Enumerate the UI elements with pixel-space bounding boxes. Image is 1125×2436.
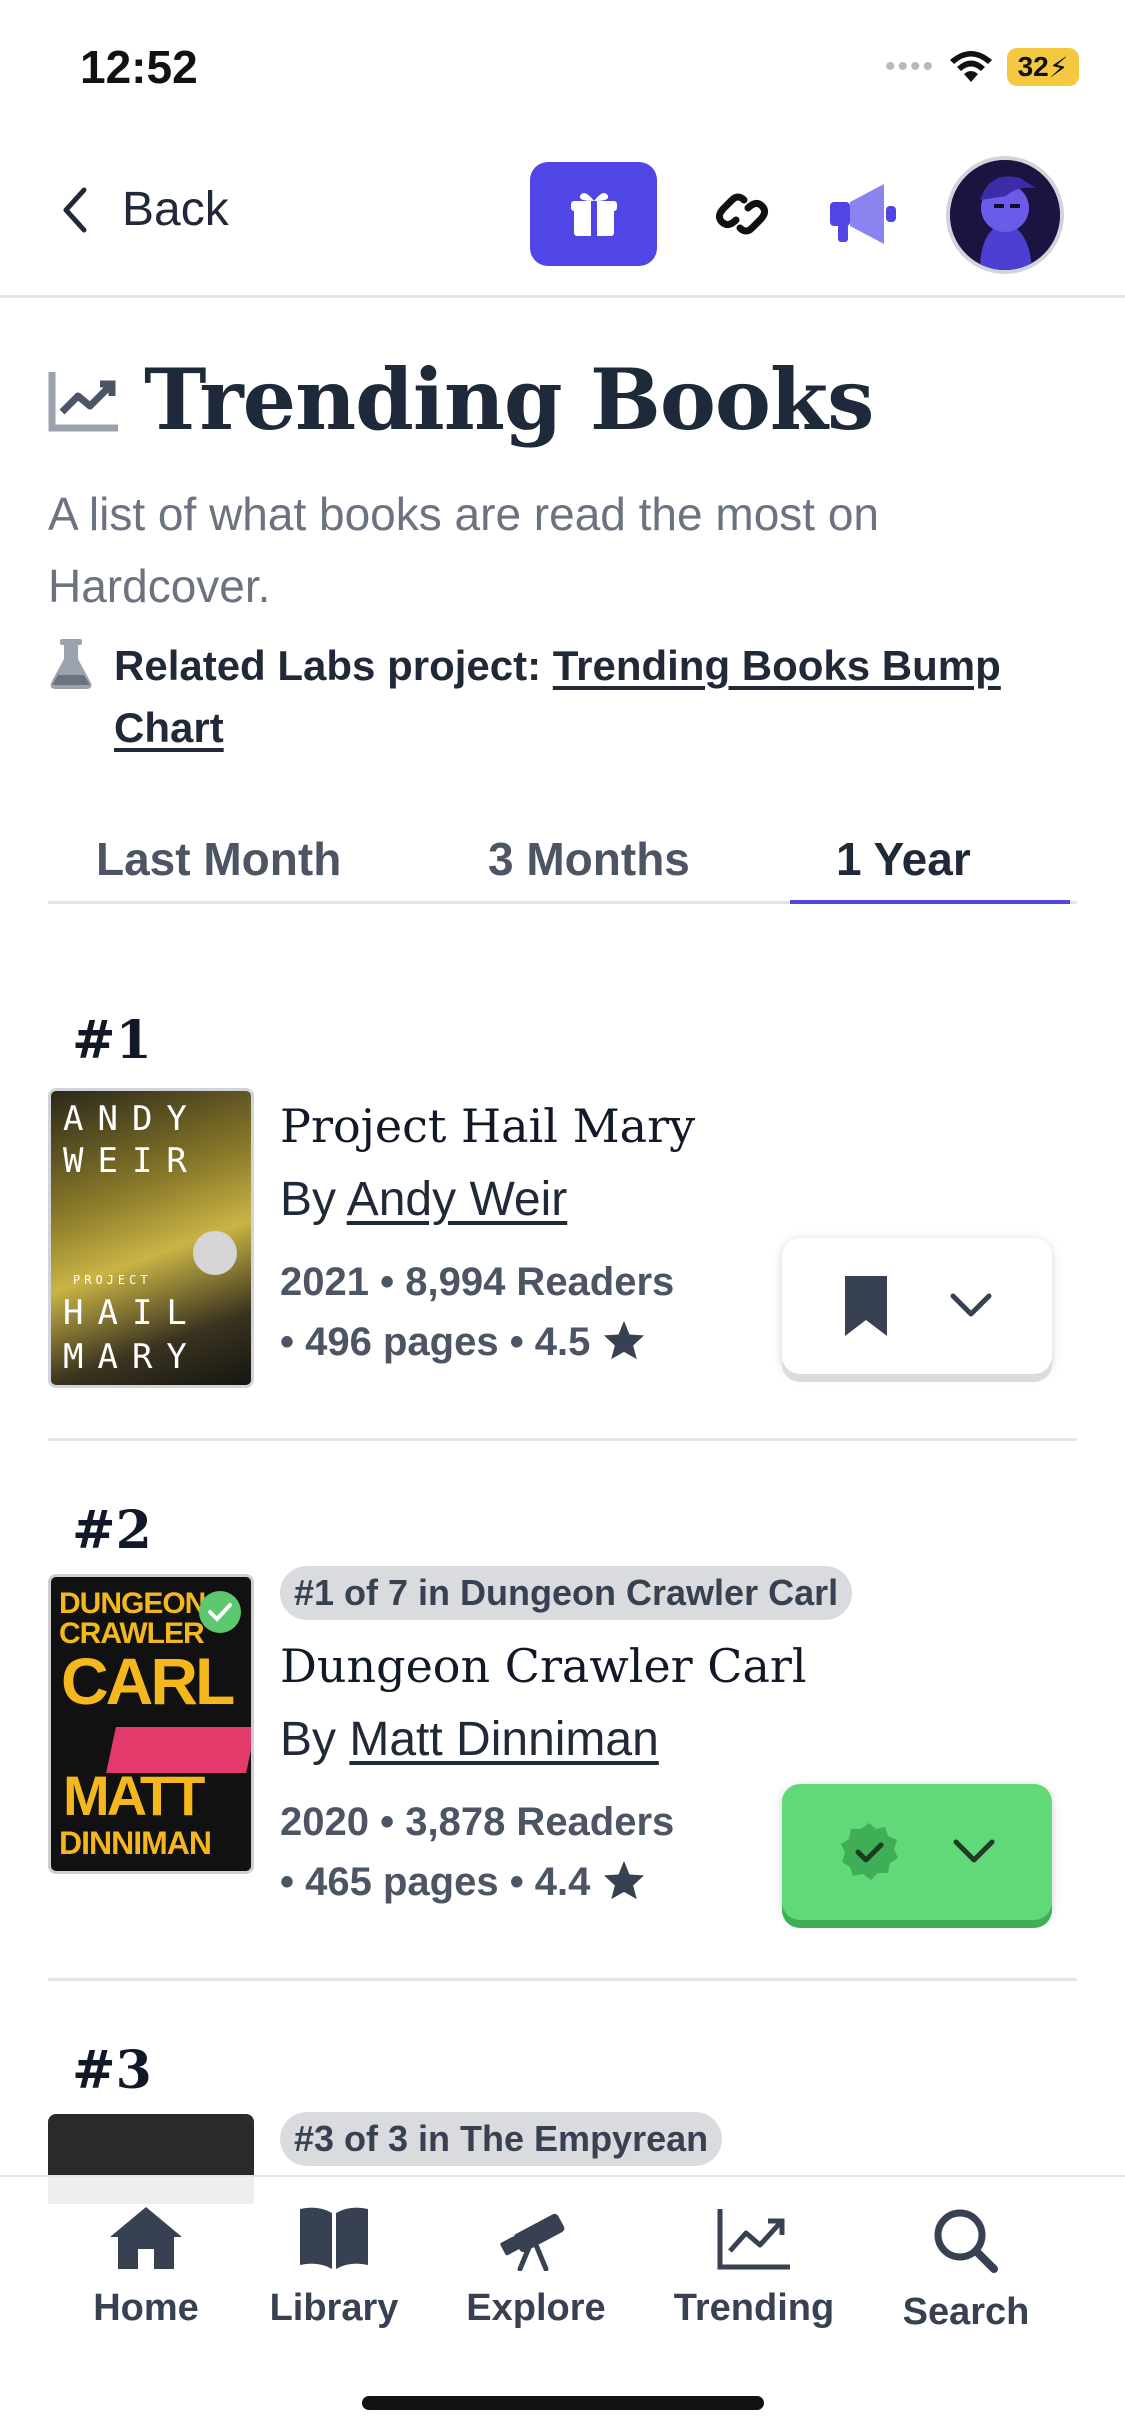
bottom-tab-home[interactable]: Home: [56, 2205, 236, 2330]
bottom-tab-label: Home: [93, 2287, 199, 2329]
book-meta-year-readers: 2020 • 3,878 Readers: [280, 1800, 675, 1844]
battery-indicator: 32 ⚡: [1007, 48, 1079, 86]
bottom-tab-explore[interactable]: Explore: [446, 2205, 626, 2330]
book-info: Project Hail Mary By Andy Weir 2021 • 8,…: [280, 1090, 695, 1372]
user-avatar[interactable]: [946, 156, 1064, 274]
book-rank: #3: [72, 2040, 152, 2101]
read-status-button[interactable]: [782, 1784, 1052, 1920]
cover-title-top: PROJECT: [73, 1273, 152, 1287]
read-badge-icon: [841, 1823, 898, 1880]
home-indicator: [362, 2396, 764, 2410]
read-check-badge: [199, 1591, 241, 1633]
cover-author-last: WEIR: [63, 1141, 201, 1181]
book-title[interactable]: Project Hail Mary: [280, 1090, 695, 1162]
list-divider: [48, 1438, 1077, 1441]
status-icons: •••• 32 ⚡: [885, 48, 1079, 86]
bottom-tab-label: Library: [269, 2287, 399, 2329]
chevron-down-icon: [953, 1839, 995, 1863]
series-badge[interactable]: #1 of 7 in Dungeon Crawler Carl: [280, 1566, 853, 1620]
bottom-tab-library[interactable]: Library: [244, 2205, 424, 2330]
by-label: By: [280, 1173, 337, 1226]
by-label: By: [280, 1713, 337, 1766]
book-cover[interactable]: DUNGEON CRAWLER CARL MATT DINNIMAN: [48, 1574, 254, 1874]
back-button[interactable]: Back: [60, 182, 229, 237]
cover-author-first: ANDY: [63, 1099, 201, 1139]
active-tab-indicator: [790, 900, 1070, 904]
tab-last-month[interactable]: Last Month: [96, 832, 341, 886]
bottom-tab-label: Explore: [466, 2287, 606, 2329]
back-label: Back: [122, 183, 229, 236]
battery-level: 32: [1017, 51, 1049, 82]
bottom-tab-label: Search: [902, 2291, 1030, 2333]
page-title: Trending Books: [144, 350, 874, 449]
chevron-down-icon: [950, 1293, 992, 1317]
gift-icon: [570, 192, 617, 236]
series-badge[interactable]: #3 of 3 in The Empyrean: [280, 2112, 723, 2166]
cover-title-line3: CARL: [61, 1644, 235, 1718]
cover-title-bottom: MARY: [63, 1337, 201, 1377]
author-link[interactable]: Andy Weir: [347, 1173, 568, 1226]
cover-badge: [193, 1231, 237, 1275]
book-icon: [300, 2207, 368, 2269]
avatar-image: [950, 160, 1060, 270]
book-info: #1 of 7 in Dungeon Crawler Carl Dungeon …: [280, 1566, 853, 1912]
gift-button[interactable]: [530, 162, 657, 266]
megaphone-icon: [830, 184, 896, 244]
telescope-icon: [500, 2213, 565, 2271]
tab-1-year[interactable]: 1 Year: [836, 832, 971, 886]
cover-author-line2: DINNIMAN: [59, 1825, 212, 1861]
search-icon: [934, 2209, 998, 2273]
book-rank: #1: [72, 1010, 152, 1071]
home-icon: [110, 2207, 182, 2269]
page-header: Trending Books: [48, 350, 874, 449]
book-meta-pages-rating: • 465 pages • 4.4: [280, 1860, 591, 1904]
bottom-tab-label: Trending: [673, 2287, 835, 2329]
star-icon: [603, 1320, 644, 1360]
bottom-tab-search[interactable]: Search: [876, 2205, 1056, 2334]
charging-icon: ⚡: [1048, 51, 1069, 83]
cover-title-line1: DUNGEON: [59, 1587, 206, 1620]
time-range-tabs: Last Month 3 Months 1 Year: [48, 820, 1077, 904]
author-link[interactable]: Matt Dinniman: [349, 1713, 658, 1766]
signal-icon: ••••: [884, 50, 935, 83]
tab-3-months[interactable]: 3 Months: [488, 832, 690, 886]
link-icon: [715, 193, 769, 235]
book-title[interactable]: Dungeon Crawler Carl: [280, 1630, 852, 1702]
labs-prefix: Related Labs project:: [114, 642, 542, 689]
book-meta-pages-rating: • 496 pages • 4.5: [280, 1320, 591, 1364]
announcements-button[interactable]: [818, 168, 910, 260]
trending-icon: [717, 2209, 790, 2270]
check-icon: [208, 1603, 232, 1622]
cover-title-mid: HAIL: [63, 1293, 201, 1333]
book-rank: #2: [72, 1500, 152, 1561]
labs-project-row: Related Labs project: Trending Books Bum…: [48, 635, 1078, 759]
book-meta-year-readers: 2021 • 8,994 Readers: [280, 1260, 675, 1304]
status-bar: 12:52 •••• 32 ⚡: [0, 0, 1125, 130]
book-info: #3 of 3 in The Empyrean: [280, 2112, 723, 2176]
list-divider: [48, 1978, 1077, 1981]
want-to-read-button[interactable]: [782, 1238, 1052, 1374]
star-icon: [603, 1860, 644, 1900]
cover-author-line1: MATT: [63, 1764, 205, 1827]
chevron-left-icon: [63, 187, 87, 232]
trending-icon: [48, 371, 118, 431]
flask-icon: [50, 639, 92, 689]
top-nav: Back: [0, 130, 1125, 298]
page-subtitle: A list of what books are read the most o…: [48, 488, 880, 612]
bookmark-icon: [845, 1276, 887, 1336]
bottom-tab-trending[interactable]: Trending: [664, 2205, 844, 2330]
share-link-button[interactable]: [700, 172, 784, 256]
status-time: 12:52: [80, 41, 198, 93]
wifi-icon: [950, 51, 992, 82]
book-cover[interactable]: ANDY WEIR PROJECT HAIL MARY: [48, 1088, 254, 1388]
